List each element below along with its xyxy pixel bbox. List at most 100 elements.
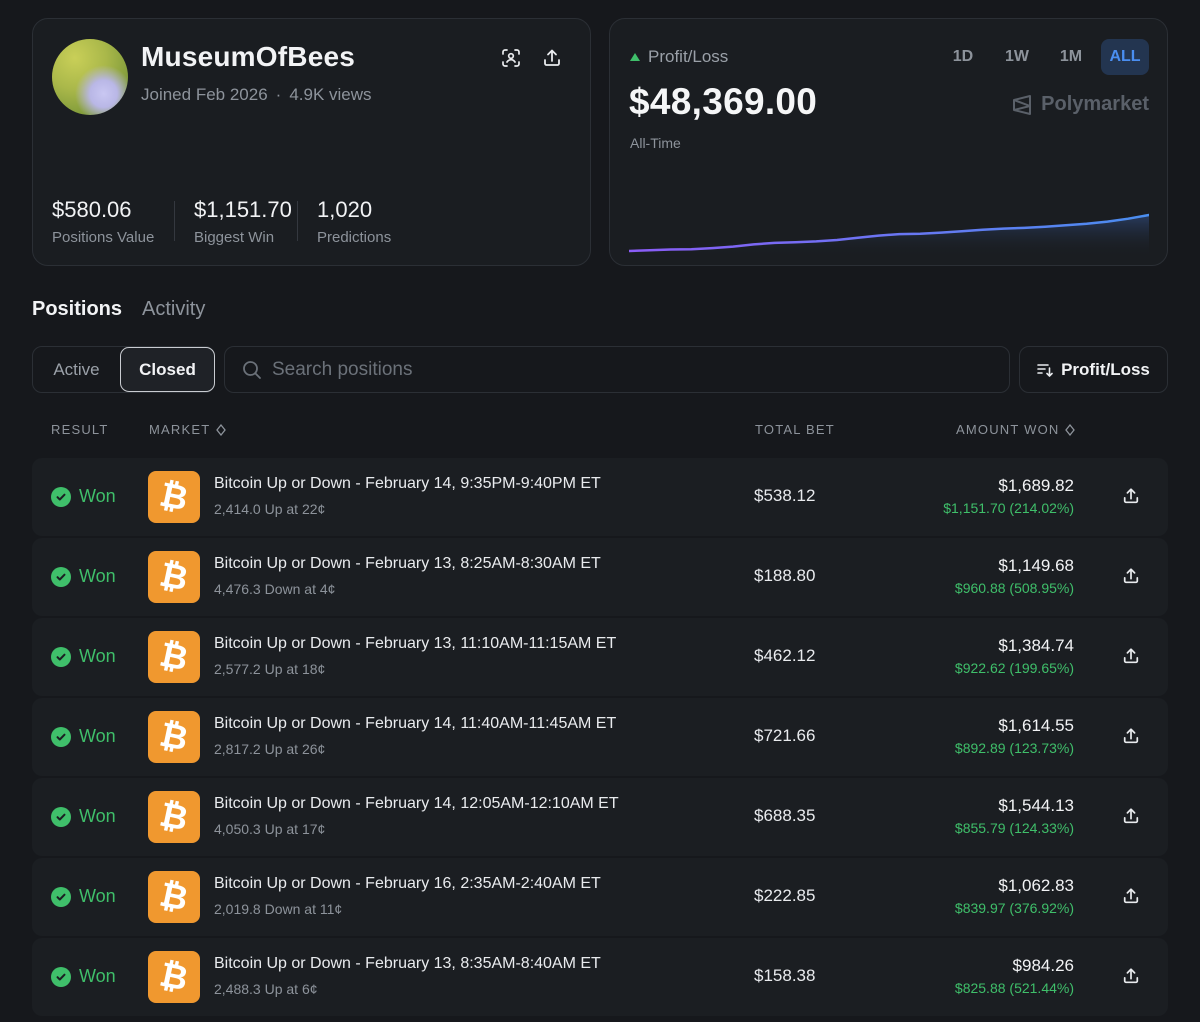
profit-gain: $855.79 (124.33%) <box>954 820 1074 836</box>
triangle-up-icon <box>630 53 640 61</box>
check-circle-icon <box>51 646 71 667</box>
header-result-label: RESULT <box>51 422 109 437</box>
avatar[interactable] <box>52 39 128 115</box>
profit-gain: $960.88 (508.95%) <box>954 580 1074 596</box>
share-icon <box>1123 888 1139 904</box>
table-row[interactable]: Won ₿ Bitcoin Up or Down - February 14, … <box>32 458 1168 536</box>
range-tab-all[interactable]: ALL <box>1101 39 1149 75</box>
share-icon <box>1123 648 1139 664</box>
check-circle-icon <box>51 566 71 587</box>
share-position-button[interactable] <box>1120 885 1142 907</box>
stat-biggest-win: $1,151.70 Biggest Win <box>194 197 292 246</box>
stat-value: 1,020 <box>317 197 373 222</box>
pnl-label: Profit/Loss <box>630 47 728 67</box>
share-icon <box>1123 568 1139 584</box>
header-total-bet: TOTAL BET <box>755 422 835 437</box>
header-amount-won-label: AMOUNT WON <box>956 422 1060 437</box>
share-profile-button[interactable] <box>539 45 565 71</box>
result-cell: Won <box>51 566 116 587</box>
total-bet: $721.66 <box>754 726 816 745</box>
tab-positions[interactable]: Positions <box>32 298 122 321</box>
total-bet: $462.12 <box>754 646 816 665</box>
diamond-sort-icon <box>1065 423 1076 436</box>
result-cell: Won <box>51 886 116 907</box>
table-row[interactable]: Won ₿ Bitcoin Up or Down - February 16, … <box>32 858 1168 936</box>
profit-gain: $892.89 (123.73%) <box>954 740 1074 756</box>
profile-card: MuseumOfBees Joined Feb 2026 · 4.9K views … <box>32 18 591 266</box>
stat-predictions: 1,020 Predictions <box>317 197 391 246</box>
stat-divider <box>174 201 175 241</box>
sort-button[interactable]: Profit/Loss <box>1019 346 1168 393</box>
separator-dot: · <box>275 85 282 104</box>
segment-active[interactable]: Active <box>33 347 120 392</box>
total-bet: $538.12 <box>754 486 816 505</box>
brand-name: Polymarket <box>1041 93 1149 115</box>
range-tab-1m[interactable]: 1M <box>1047 39 1095 75</box>
search-input[interactable] <box>272 358 972 381</box>
market-title[interactable]: Bitcoin Up or Down - February 13, 8:25AM… <box>214 555 601 573</box>
market-title[interactable]: Bitcoin Up or Down - February 13, 8:35AM… <box>214 955 601 973</box>
market-detail: 2,817.2 Up at 26¢ <box>214 741 326 757</box>
header-market[interactable]: MARKET <box>149 422 227 437</box>
share-position-button[interactable] <box>1120 725 1142 747</box>
diamond-sort-icon <box>216 423 227 436</box>
bitcoin-icon: ₿ <box>148 551 200 603</box>
polymarket-brand: Polymarket <box>1011 93 1149 116</box>
market-detail: 2,488.3 Up at 6¢ <box>214 981 318 997</box>
table-row[interactable]: Won ₿ Bitcoin Up or Down - February 13, … <box>32 538 1168 616</box>
joined-line: Joined Feb 2026 · 4.9K views <box>141 85 372 105</box>
username: MuseumOfBees <box>141 41 356 72</box>
total-bet: $158.38 <box>754 966 816 985</box>
market-detail: 2,414.0 Up at 22¢ <box>214 501 326 517</box>
range-tab-1d[interactable]: 1D <box>939 39 987 75</box>
share-position-button[interactable] <box>1120 565 1142 587</box>
amount-won: $1,544.13 <box>998 796 1074 815</box>
polymarket-logo-icon <box>1013 94 1032 115</box>
result-cell: Won <box>51 726 116 747</box>
market-title[interactable]: Bitcoin Up or Down - February 14, 12:05A… <box>214 795 619 813</box>
market-title[interactable]: Bitcoin Up or Down - February 14, 9:35PM… <box>214 475 601 493</box>
amount-won: $984.26 <box>1012 956 1074 975</box>
total-bet: $688.35 <box>754 806 816 825</box>
market-title[interactable]: Bitcoin Up or Down - February 14, 11:40A… <box>214 715 616 733</box>
share-icon <box>1123 968 1139 984</box>
share-icon <box>544 49 560 66</box>
market-detail: 2,577.2 Up at 18¢ <box>214 661 326 677</box>
tab-activity[interactable]: Activity <box>142 298 205 321</box>
table-row[interactable]: Won ₿ Bitcoin Up or Down - February 13, … <box>32 618 1168 696</box>
main-tabs: Positions Activity <box>32 298 205 321</box>
range-tabs: 1D 1W 1M ALL <box>939 39 1149 75</box>
market-detail: 2,019.8 Down at 11¢ <box>214 901 343 917</box>
amount-won: $1,062.83 <box>998 876 1074 895</box>
stat-value: $1,151.70 <box>194 197 292 222</box>
result-label: Won <box>79 486 116 506</box>
result-label: Won <box>79 566 116 586</box>
check-circle-icon <box>51 886 71 907</box>
scan-face-button[interactable] <box>498 45 524 71</box>
segment-closed[interactable]: Closed <box>120 347 215 392</box>
table-row[interactable]: Won ₿ Bitcoin Up or Down - February 14, … <box>32 778 1168 856</box>
bitcoin-icon: ₿ <box>148 951 200 1003</box>
market-title[interactable]: Bitcoin Up or Down - February 16, 2:35AM… <box>214 875 601 893</box>
bitcoin-icon: ₿ <box>148 711 200 763</box>
market-title[interactable]: Bitcoin Up or Down - February 13, 11:10A… <box>214 635 616 653</box>
share-position-button[interactable] <box>1120 485 1142 507</box>
sort-label: Profit/Loss <box>1061 359 1150 379</box>
scan-face-icon <box>502 49 520 67</box>
profit-gain: $1,151.70 (214.02%) <box>943 500 1074 516</box>
result-cell: Won <box>51 806 116 827</box>
amount-won: $1,149.68 <box>998 556 1074 575</box>
check-circle-icon <box>51 966 71 987</box>
share-position-button[interactable] <box>1120 965 1142 987</box>
profit-gain: $839.97 (376.92%) <box>954 900 1074 916</box>
bitcoin-icon: ₿ <box>148 871 200 923</box>
total-bet: $188.80 <box>754 566 816 585</box>
share-position-button[interactable] <box>1120 805 1142 827</box>
result-label: Won <box>79 726 116 746</box>
range-tab-1w[interactable]: 1W <box>993 39 1041 75</box>
table-row[interactable]: Won ₿ Bitcoin Up or Down - February 14, … <box>32 698 1168 776</box>
header-amount-won[interactable]: AMOUNT WON <box>956 422 1076 437</box>
share-position-button[interactable] <box>1120 645 1142 667</box>
search-icon <box>243 360 261 379</box>
table-row[interactable]: Won ₿ Bitcoin Up or Down - February 13, … <box>32 938 1168 1016</box>
